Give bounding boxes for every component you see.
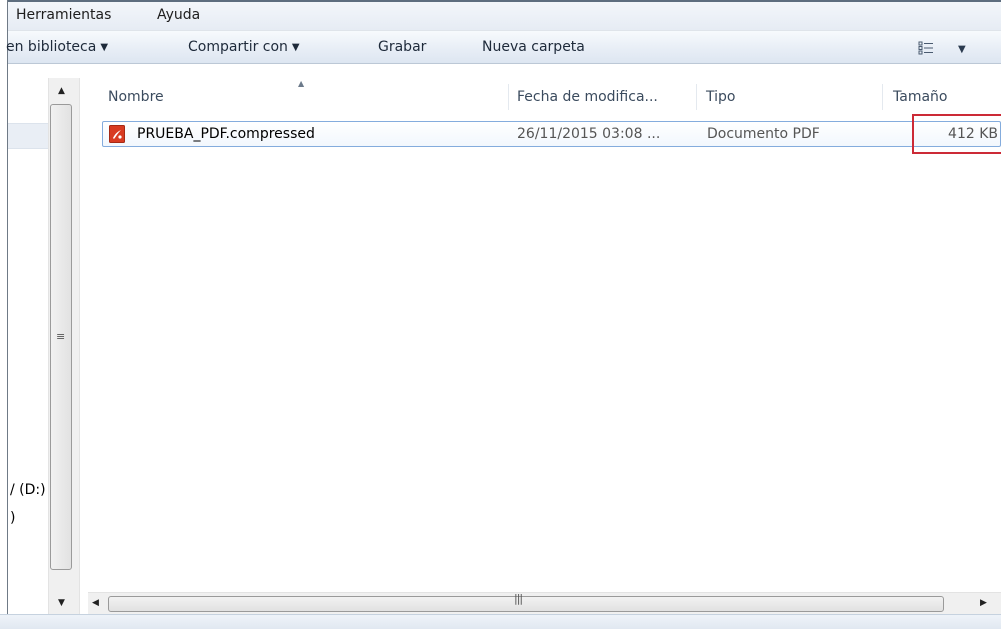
nav-item-partial[interactable]: ) [10,510,15,526]
column-divider[interactable] [508,84,509,110]
file-name: PRUEBA_PDF.compressed [137,126,315,142]
scroll-up-arrow-icon[interactable]: ▲ [58,86,65,96]
navigation-pane [8,78,48,614]
file-modified: 26/11/2015 03:08 ... [517,126,661,142]
pdf-file-icon [109,125,125,143]
file-row[interactable]: PRUEBA_PDF.compressed 26/11/2015 03:08 .… [102,121,1001,147]
view-options-icon[interactable] [918,41,934,55]
file-type: Documento PDF [707,126,820,142]
sort-ascending-icon: ▲ [298,79,305,88]
size-highlight-box [912,114,1001,154]
new-folder-button[interactable]: Nueva carpeta [478,31,589,63]
scrollbar-grip-icon: ≡ [56,330,66,343]
command-toolbar: en biblioteca ▼ Compartir con ▼ Grabar Nue… [6,31,1001,64]
chevron-down-icon: ▼ [100,42,109,53]
column-divider[interactable] [882,84,883,110]
column-header-size[interactable]: Tamaño [893,86,947,108]
column-divider[interactable] [696,84,697,110]
column-header-type[interactable]: Tipo [706,86,735,108]
scroll-left-arrow-icon[interactable]: ◀ [92,598,99,608]
scroll-right-arrow-icon[interactable]: ▶ [980,598,987,608]
share-with-label: Compartir con [188,39,288,55]
menu-ayuda[interactable]: Ayuda [151,4,206,26]
horizontal-scrollbar-thumb[interactable] [108,596,944,612]
nav-selected-item[interactable] [8,123,48,149]
share-with-button[interactable]: Compartir con ▼ [184,31,304,63]
scrollbar-grip-icon: ||| [514,592,523,605]
scroll-down-arrow-icon[interactable]: ▼ [58,598,65,608]
column-header-modified[interactable]: Fecha de modifica... [517,86,658,108]
view-options-dropdown-icon[interactable]: ▼ [958,44,966,55]
status-bar [0,614,1001,629]
chevron-down-icon: ▼ [291,42,300,53]
menu-herramientas[interactable]: Herramientas [10,4,117,26]
nav-item-drive-d[interactable]: / (D:) [10,482,46,498]
window-top-border [8,0,1001,2]
column-header-name[interactable]: Nombre [108,86,164,108]
include-in-library-button[interactable]: en biblioteca ▼ [2,31,112,63]
include-in-library-label: en biblioteca [6,39,97,55]
burn-button[interactable]: Grabar [374,31,430,63]
